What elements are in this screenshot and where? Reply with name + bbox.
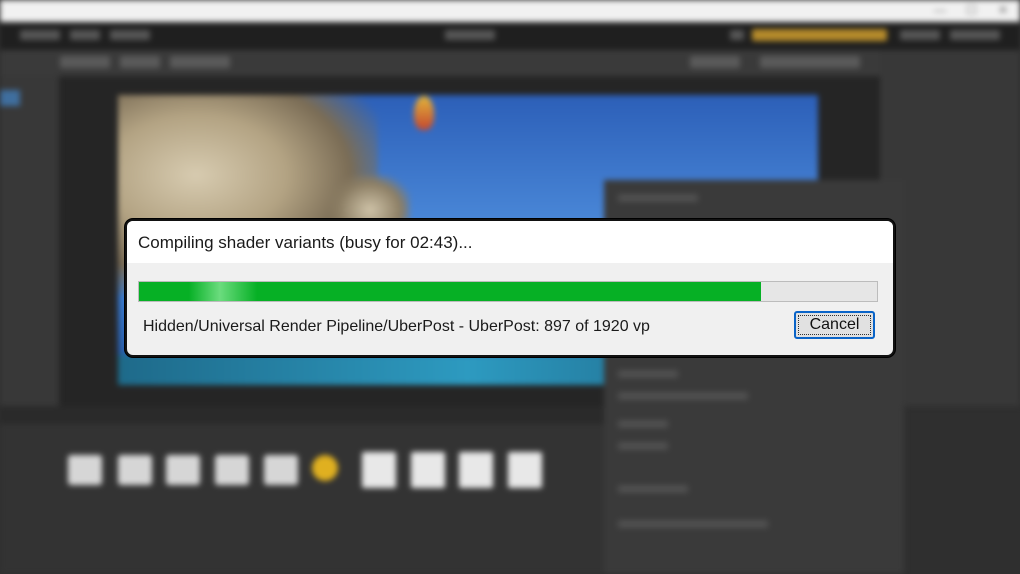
progress-bar <box>138 281 878 302</box>
gizmos-dropdown[interactable] <box>690 56 740 68</box>
toolbar-item[interactable] <box>110 30 150 40</box>
tab-game[interactable] <box>120 56 160 68</box>
scene-balloon <box>414 96 434 130</box>
progress-status-text: Hidden/Universal Render Pipeline/UberPos… <box>143 318 650 335</box>
project-panel-header <box>0 406 604 424</box>
folder-icon[interactable] <box>166 455 200 485</box>
layers-dropdown[interactable] <box>900 30 940 40</box>
dialog-title: Compiling shader variants (busy for 02:4… <box>138 233 473 252</box>
folder-icon[interactable] <box>118 455 152 485</box>
close-icon[interactable]: ✕ <box>998 3 1008 17</box>
file-icon[interactable] <box>508 452 542 488</box>
file-icon[interactable] <box>362 452 396 488</box>
light-asset-icon[interactable] <box>312 455 338 481</box>
inspector-row <box>618 485 688 493</box>
project-panel <box>0 406 604 574</box>
maximize-icon[interactable]: ☐ <box>966 3 977 17</box>
main-toolbar <box>0 22 1020 50</box>
scene-search[interactable] <box>760 56 860 68</box>
account-button[interactable] <box>752 29 887 41</box>
folder-icon[interactable] <box>68 455 102 485</box>
tab-scene[interactable] <box>60 56 110 68</box>
inspector-row <box>618 370 678 378</box>
progress-dialog: Compiling shader variants (busy for 02:4… <box>125 219 895 357</box>
inspector-row <box>618 520 768 528</box>
inspector-row <box>618 420 668 428</box>
toolbar-item[interactable] <box>70 30 100 40</box>
play-controls[interactable] <box>445 30 495 40</box>
shading-mode[interactable] <box>170 56 230 68</box>
inspector-row <box>618 392 748 400</box>
inspector-row <box>618 442 668 450</box>
window-titlebar: — ☐ ✕ <box>0 0 1020 22</box>
progress-bar-fill <box>139 282 761 301</box>
file-icon[interactable] <box>411 452 445 488</box>
folder-icon[interactable] <box>215 455 249 485</box>
collab-icon[interactable] <box>730 30 744 40</box>
minimize-icon[interactable]: — <box>934 3 946 17</box>
folder-icon[interactable] <box>264 455 298 485</box>
hierarchy-panel <box>0 76 58 406</box>
inspector-row <box>618 194 698 202</box>
layout-dropdown[interactable] <box>950 30 1000 40</box>
scene-toolbar <box>0 50 880 76</box>
hierarchy-selected-item[interactable] <box>0 90 20 106</box>
dialog-header: Compiling shader variants (busy for 02:4… <box>127 221 893 263</box>
file-icon[interactable] <box>459 452 493 488</box>
toolbar-item[interactable] <box>20 30 60 40</box>
cancel-button[interactable]: Cancel <box>794 311 875 339</box>
